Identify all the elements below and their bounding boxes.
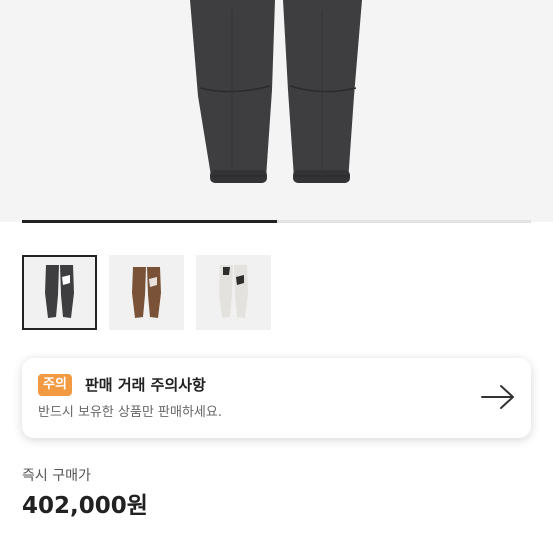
thumbnail-white[interactable] xyxy=(196,255,271,330)
instant-buy-price-label: 즉시 구매가 xyxy=(22,468,91,484)
product-image-carousel[interactable] xyxy=(0,0,553,222)
thumbnail-brown[interactable] xyxy=(109,255,184,330)
thumbnail-list xyxy=(22,255,271,331)
sell-notice-card[interactable]: 주의 판매 거래 주의사항 반드시 보유한 상품만 판매하세요. xyxy=(22,358,531,438)
notice-badge: 주의 xyxy=(38,374,72,396)
gallery-progress xyxy=(22,220,531,223)
notice-title: 판매 거래 주의사항 xyxy=(85,376,206,394)
pants-image xyxy=(190,0,362,183)
notice-description: 반드시 보유한 상품만 판매하세요. xyxy=(38,405,222,420)
arrow-right-icon[interactable] xyxy=(481,384,515,410)
thumbnail-dark-gray[interactable] xyxy=(22,255,97,330)
instant-buy-price: 402,000원 xyxy=(22,493,148,519)
gallery-progress-fill xyxy=(22,220,277,223)
